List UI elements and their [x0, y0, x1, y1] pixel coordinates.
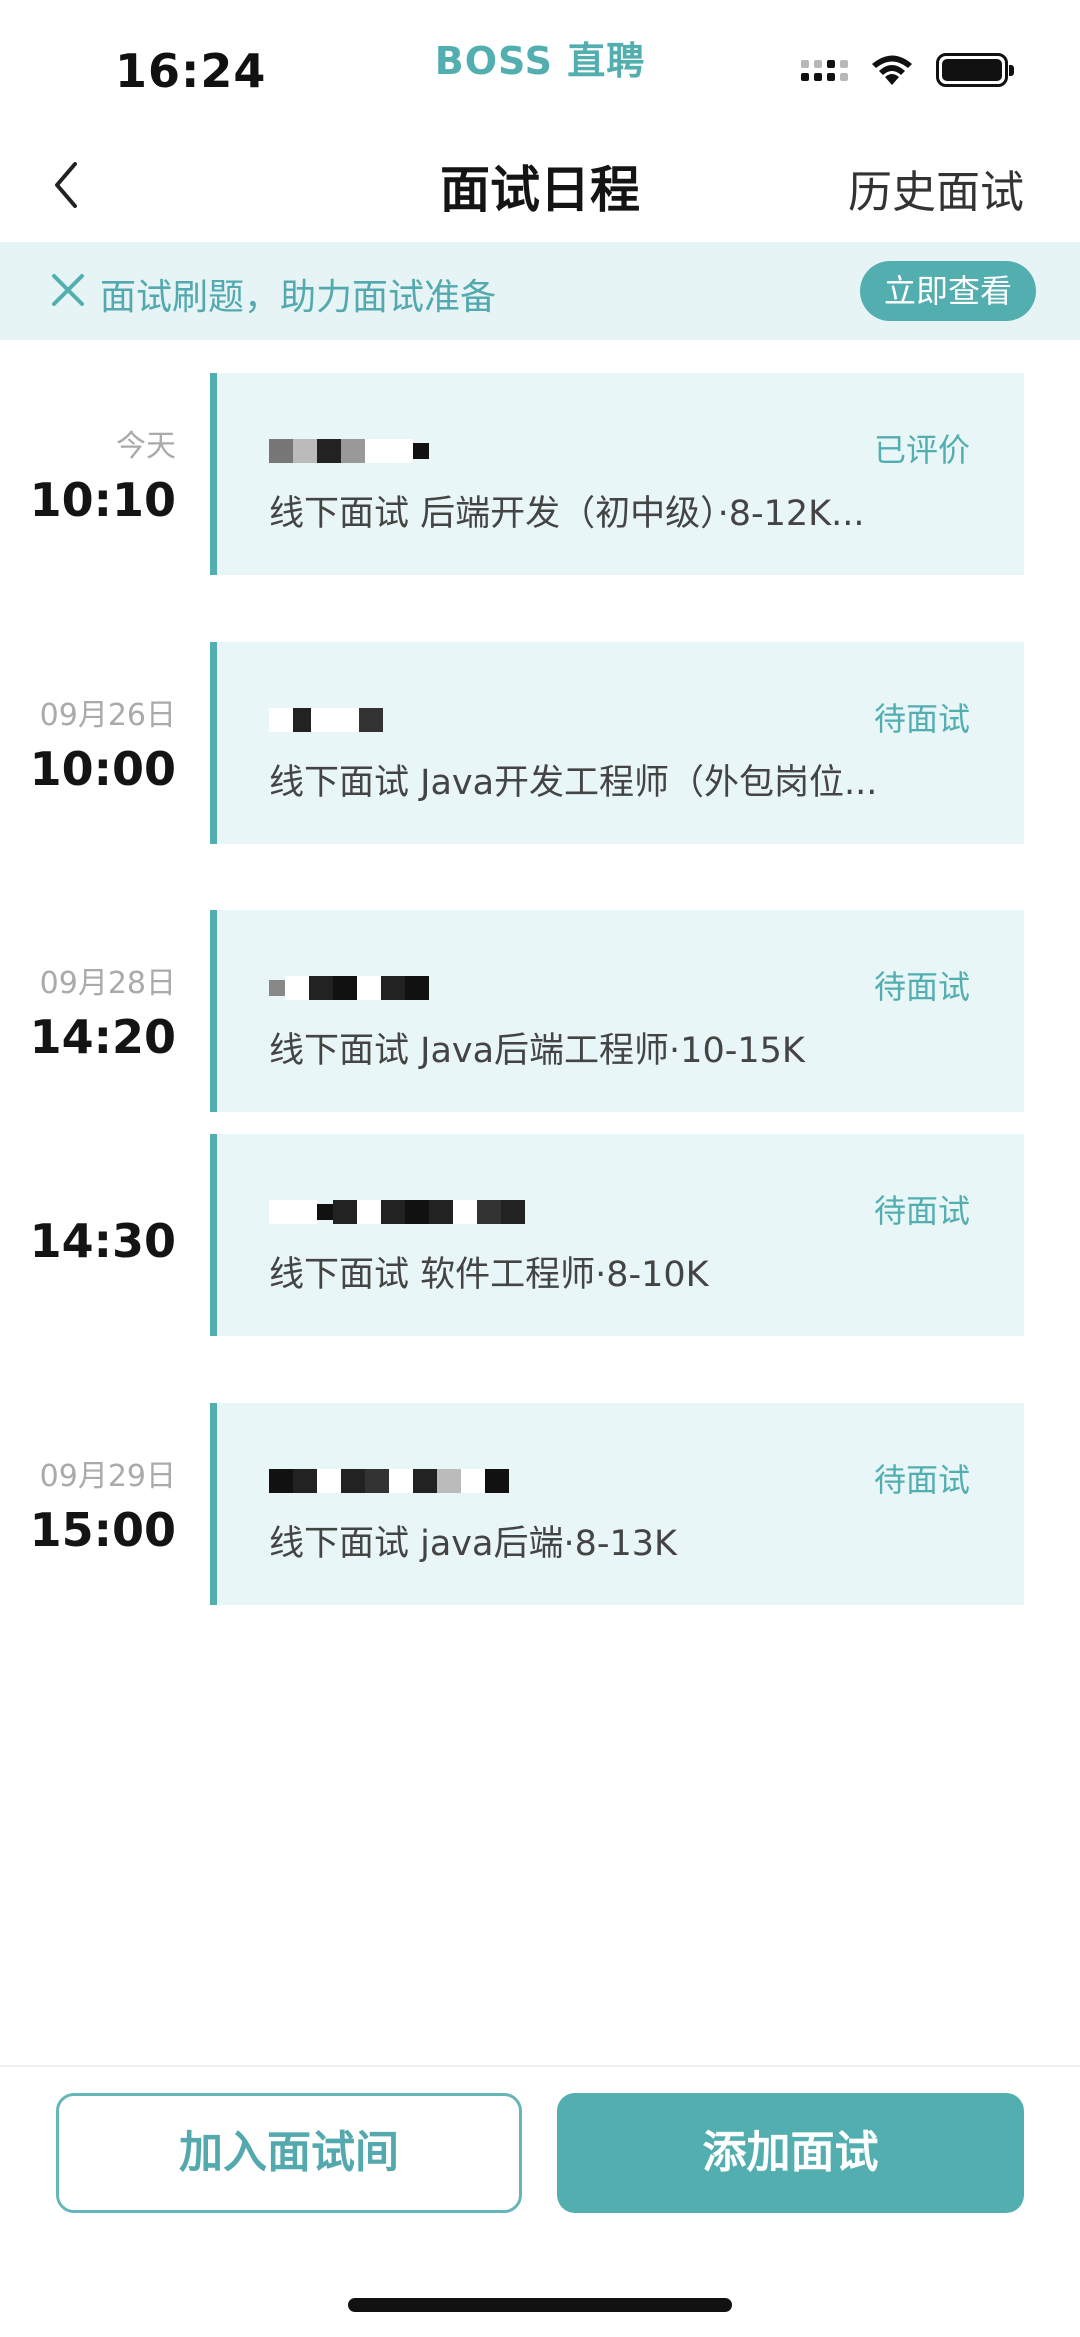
history-interviews-link[interactable]: 历史面试: [848, 156, 1024, 220]
interview-card[interactable]: 待面试 线下面试 Java后端工程师·10-15K: [210, 910, 1024, 1112]
status-badge: 待面试: [873, 700, 970, 738]
interview-day: 09月28日: [39, 966, 176, 1001]
status-badge: 待面试: [873, 968, 970, 1006]
interview-row: 14:30 待面试 线下面试 软件工程师·8-10K: [0, 1134, 1080, 1336]
status-badge: 待面试: [873, 1192, 970, 1230]
interview-day: 今天: [116, 429, 176, 464]
interview-time: 14:20: [29, 1010, 176, 1064]
interview-card[interactable]: 待面试 线下面试 java后端·8-13K: [210, 1403, 1024, 1605]
company-name-redacted: [269, 968, 609, 1008]
interview-day: 09月26日: [39, 698, 176, 733]
wifi-icon: [872, 55, 912, 85]
company-name-redacted: [269, 700, 609, 740]
join-interview-room-button[interactable]: 加入面试间: [56, 2093, 522, 2213]
company-name-redacted: [269, 431, 609, 471]
date-column: 09月29日 15:00: [0, 1403, 176, 1605]
interview-time: 10:00: [29, 742, 176, 796]
interview-row: 09月26日 10:00 待面试 线下面试 Java开发工程师（外包岗位...: [0, 642, 1080, 844]
interview-row: 09月28日 14:20 待面试 线下面试 Java后端工程师·10-15K: [0, 910, 1080, 1112]
home-indicator[interactable]: [348, 2298, 732, 2312]
add-interview-button[interactable]: 添加面试: [557, 2093, 1024, 2213]
interview-row: 今天 10:10 已评价 线下面试 后端开发（初中级）·8-12K...: [0, 373, 1080, 575]
practice-banner: 面试刷题，助力面试准备 立即查看: [0, 242, 1080, 340]
status-bar: 16:24 BOSS 直聘: [0, 0, 1080, 130]
banner-close-button[interactable]: [48, 270, 88, 310]
interview-card[interactable]: 待面试 线下面试 Java开发工程师（外包岗位...: [210, 642, 1024, 844]
status-badge: 已评价: [873, 431, 970, 469]
interview-row: 09月29日 15:00 待面试 线下面试 java后端·8-13K: [0, 1403, 1080, 1605]
job-description: 线下面试 软件工程师·8-10K: [269, 1255, 709, 1295]
nav-bar: 面试日程 历史面试: [0, 130, 1080, 242]
bottom-divider: [0, 2065, 1080, 2067]
interview-day: 09月29日: [39, 1459, 176, 1494]
date-column: 14:30: [0, 1134, 176, 1336]
job-description: 线下面试 Java开发工程师（外包岗位...: [269, 763, 878, 803]
status-badge: 待面试: [873, 1461, 970, 1499]
interview-time: 10:10: [29, 473, 176, 527]
interview-time: 14:30: [29, 1214, 176, 1268]
date-column: 09月26日 10:00: [0, 642, 176, 844]
battery-icon: [936, 53, 1014, 87]
company-name-redacted: [269, 1461, 609, 1501]
screen: 16:24 BOSS 直聘 面试日程 历史面试 面试刷题，助力面试准备 立即查看…: [0, 0, 1080, 2337]
job-description: 线下面试 java后端·8-13K: [269, 1524, 677, 1564]
date-column: 今天 10:10: [0, 373, 176, 575]
interview-card[interactable]: 已评价 线下面试 后端开发（初中级）·8-12K...: [210, 373, 1024, 575]
job-description: 线下面试 后端开发（初中级）·8-12K...: [269, 494, 865, 534]
company-name-redacted: [269, 1192, 609, 1232]
status-icons: [801, 50, 1014, 90]
view-now-button[interactable]: 立即查看: [860, 261, 1036, 321]
cellular-signal-icon: [801, 59, 848, 81]
job-description: 线下面试 Java后端工程师·10-15K: [269, 1031, 805, 1071]
interview-card[interactable]: 待面试 线下面试 软件工程师·8-10K: [210, 1134, 1024, 1336]
interview-time: 15:00: [29, 1503, 176, 1557]
banner-text: 面试刷题，助力面试准备: [100, 277, 497, 318]
close-icon: [52, 274, 84, 306]
date-column: 09月28日 14:20: [0, 910, 176, 1112]
